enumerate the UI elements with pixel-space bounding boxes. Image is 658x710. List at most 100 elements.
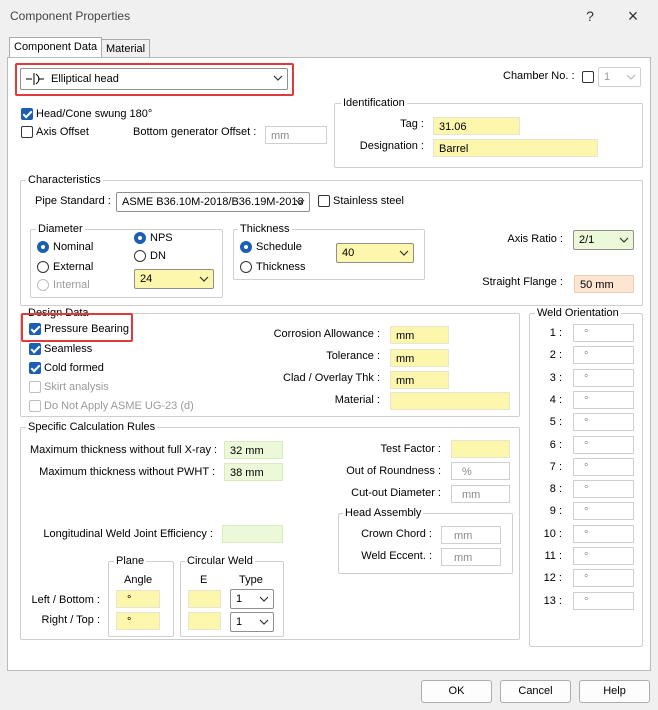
tab-material[interactable]: Material bbox=[101, 39, 151, 59]
straight-flange-input[interactable]: 50 mm bbox=[574, 275, 634, 293]
e-header: E bbox=[200, 574, 208, 586]
weld-orientation-title: Weld Orientation bbox=[535, 307, 621, 319]
straight-flange-label: Straight Flange : bbox=[482, 276, 563, 288]
test-factor-input[interactable] bbox=[451, 440, 510, 458]
weld-eccent-input[interactable]: mm bbox=[441, 548, 501, 566]
weld-orientation-input[interactable]: ° bbox=[573, 390, 634, 409]
stainless-steel-checkbox[interactable] bbox=[318, 195, 330, 207]
diameter-size-select[interactable]: 24 bbox=[134, 269, 214, 289]
ok-button[interactable]: OK bbox=[421, 680, 492, 703]
cold-formed-label: Cold formed bbox=[44, 362, 104, 374]
identification-group bbox=[334, 103, 643, 168]
chamber-no-label: Chamber No. : bbox=[503, 70, 575, 82]
right-type-select[interactable]: 1 bbox=[230, 612, 274, 632]
pipe-standard-label: Pipe Standard : bbox=[35, 195, 111, 207]
right-e-input[interactable] bbox=[188, 612, 221, 630]
corrosion-allowance-input[interactable]: mm bbox=[390, 326, 449, 344]
weld-orientation-label: 13 : bbox=[543, 594, 562, 607]
out-of-roundness-input[interactable]: % bbox=[451, 462, 510, 480]
nps-radio[interactable] bbox=[134, 232, 146, 244]
chevron-down-icon bbox=[295, 197, 305, 207]
schedule-radio[interactable] bbox=[240, 241, 252, 253]
material-input[interactable] bbox=[390, 392, 510, 410]
crown-chord-label: Crown Chord : bbox=[361, 528, 432, 540]
weld-orientation-label: 8 : bbox=[549, 483, 562, 496]
weld-orientation-input[interactable]: ° bbox=[573, 547, 634, 565]
schedule-select[interactable]: 40 bbox=[336, 243, 414, 263]
test-factor-label: Test Factor : bbox=[380, 443, 441, 455]
external-label: External bbox=[53, 261, 94, 273]
left-type-select[interactable]: 1 bbox=[230, 589, 274, 609]
left-e-input[interactable] bbox=[188, 590, 221, 608]
long-weld-label: Longitudinal Weld Joint Efficiency : bbox=[43, 528, 213, 540]
weld-orientation-label: 6 : bbox=[549, 438, 562, 451]
do-not-apply-checkbox[interactable] bbox=[29, 400, 41, 412]
weld-orientation-input[interactable]: ° bbox=[573, 435, 634, 454]
internal-radio[interactable] bbox=[37, 279, 49, 291]
tolerance-input[interactable]: mm bbox=[390, 349, 449, 367]
weld-orientation-input[interactable]: ° bbox=[573, 368, 634, 387]
cold-formed-checkbox[interactable] bbox=[29, 362, 41, 374]
axis-ratio-select[interactable]: 2/1 bbox=[573, 230, 634, 250]
tag-input[interactable]: 31.06 bbox=[433, 117, 520, 135]
pipe-standard-select[interactable]: ASME B36.10M-2018/B36.19M-2018 bbox=[116, 192, 310, 212]
crown-chord-input[interactable]: mm bbox=[441, 526, 501, 544]
weld-orientation-input[interactable]: ° bbox=[573, 457, 634, 476]
head-assembly-title: Head Assembly bbox=[343, 507, 424, 519]
skirt-analysis-checkbox[interactable] bbox=[29, 381, 41, 393]
thickness-label: Thickness bbox=[256, 261, 306, 273]
help-button[interactable]: Help bbox=[579, 680, 650, 703]
left-bottom-label: Left / Bottom : bbox=[31, 594, 100, 606]
weld-orientation-input[interactable]: ° bbox=[573, 480, 634, 499]
designation-label: Designation : bbox=[359, 140, 424, 152]
weld-orientation-label: 3 : bbox=[549, 371, 562, 384]
weld-orientation-input[interactable]: ° bbox=[573, 413, 634, 432]
weld-orientation-label: 4 : bbox=[549, 393, 562, 406]
cutout-diameter-label: Cut-out Diameter : bbox=[351, 487, 441, 499]
weld-orientation-input[interactable]: ° bbox=[573, 502, 634, 521]
max-pwht-input[interactable]: 38 mm bbox=[224, 463, 283, 481]
designation-input[interactable]: Barrel bbox=[433, 139, 598, 157]
pressure-bearing-checkbox[interactable] bbox=[29, 323, 41, 335]
nominal-radio[interactable] bbox=[37, 241, 49, 253]
chamber-no-checkbox[interactable] bbox=[582, 71, 594, 83]
weld-orientation-label: 2 : bbox=[549, 349, 562, 362]
axis-ratio-label: Axis Ratio : bbox=[507, 233, 563, 245]
external-radio[interactable] bbox=[37, 261, 49, 273]
schedule-label: Schedule bbox=[256, 241, 302, 253]
tag-label: Tag : bbox=[400, 118, 424, 130]
right-top-label: Right / Top : bbox=[41, 614, 101, 626]
right-top-angle-input[interactable]: ° bbox=[116, 612, 160, 630]
type-header: Type bbox=[239, 574, 263, 586]
clad-overlay-input[interactable]: mm bbox=[390, 371, 449, 389]
weld-orientation-input[interactable]: ° bbox=[573, 591, 634, 610]
axis-offset-checkbox[interactable] bbox=[21, 126, 33, 138]
nps-label: NPS bbox=[150, 232, 173, 244]
do-not-apply-label: Do Not Apply ASME UG-23 (d) bbox=[44, 400, 194, 412]
bottom-generator-input[interactable]: mm bbox=[265, 126, 327, 144]
chevron-down-icon bbox=[399, 248, 409, 258]
help-icon[interactable]: ? bbox=[580, 6, 600, 26]
chamber-no-select[interactable]: 1 bbox=[598, 67, 641, 87]
thickness-radio[interactable] bbox=[240, 261, 252, 273]
left-bottom-angle-input[interactable]: ° bbox=[116, 590, 160, 608]
head-swung-checkbox[interactable] bbox=[21, 108, 33, 120]
chevron-down-icon bbox=[626, 72, 636, 82]
cancel-button[interactable]: Cancel bbox=[500, 680, 571, 703]
specific-rules-title: Specific Calculation Rules bbox=[26, 421, 158, 433]
long-weld-input[interactable] bbox=[222, 525, 283, 543]
weld-orientation-input[interactable]: ° bbox=[573, 569, 634, 588]
max-xray-input[interactable]: 32 mm bbox=[224, 441, 283, 459]
nominal-label: Nominal bbox=[53, 241, 94, 253]
close-icon[interactable]: × bbox=[623, 6, 643, 26]
material-label: Material : bbox=[334, 394, 380, 406]
dn-radio[interactable] bbox=[134, 250, 146, 262]
characteristics-title: Characteristics bbox=[26, 174, 103, 186]
weld-orientation-input[interactable]: ° bbox=[573, 346, 634, 365]
component-type-select[interactable]: Elliptical head bbox=[20, 68, 288, 90]
weld-orientation-input[interactable]: ° bbox=[573, 524, 634, 543]
weld-orientation-input[interactable]: ° bbox=[573, 324, 634, 342]
seamless-checkbox[interactable] bbox=[29, 343, 41, 355]
cutout-diameter-input[interactable]: mm bbox=[451, 485, 510, 503]
angle-header: Angle bbox=[124, 574, 153, 586]
